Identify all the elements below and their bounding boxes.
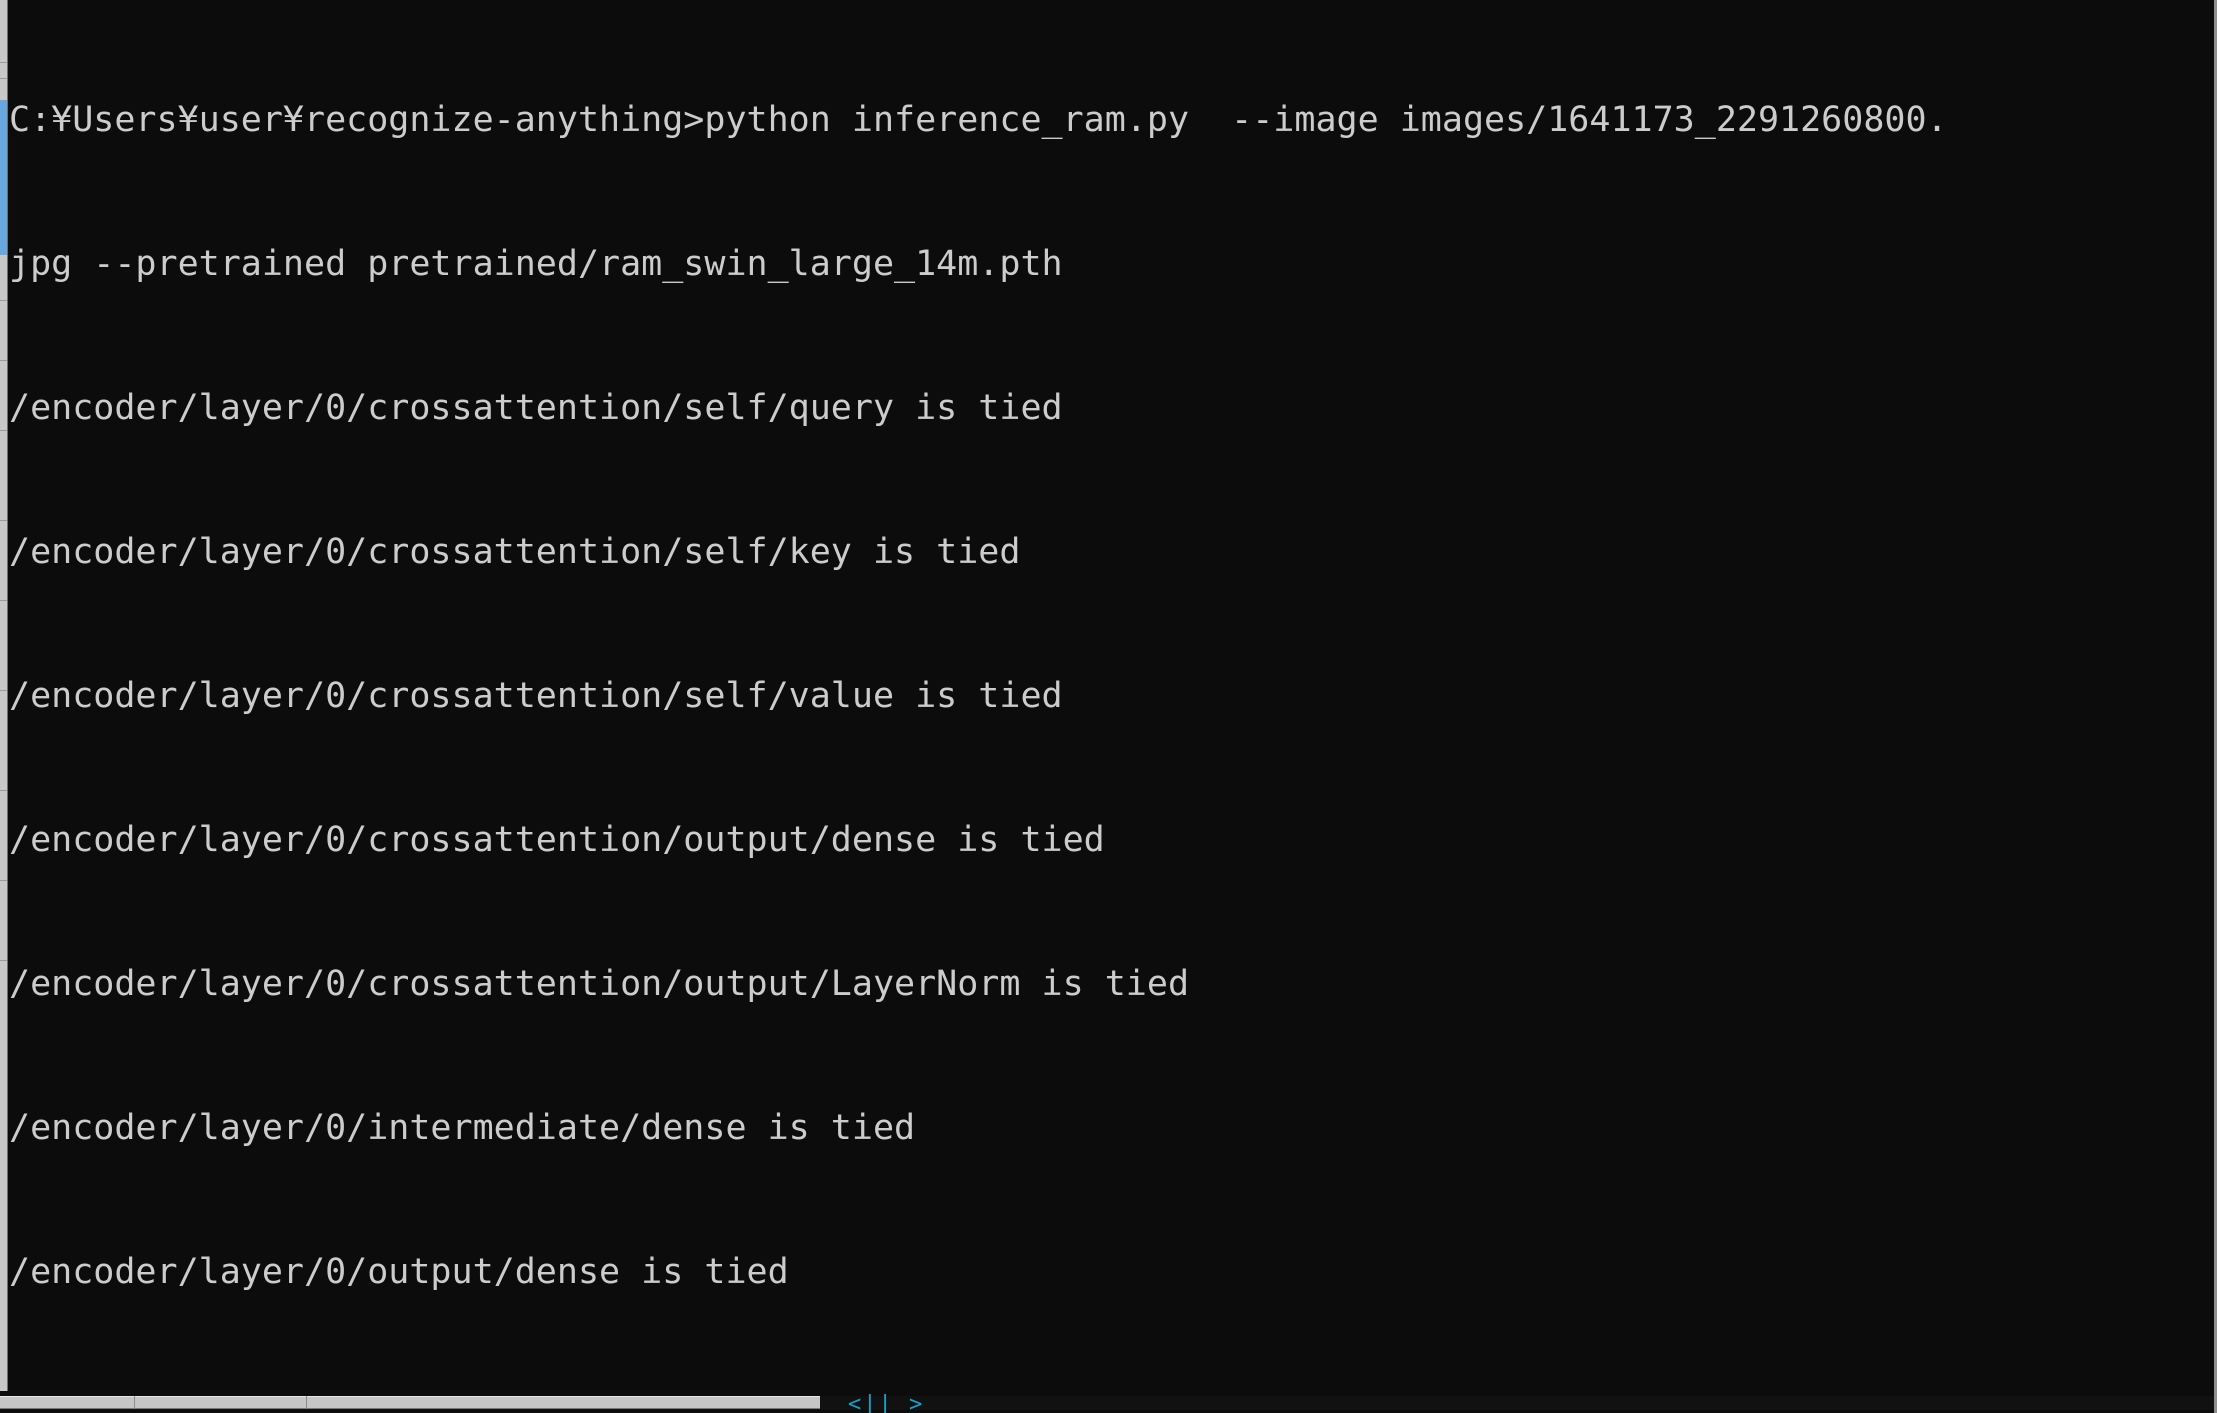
console-line-tied-0-query: /encoder/layer/0/crossattention/self/que… (9, 388, 1063, 428)
scrollbar-track-tick (0, 690, 7, 691)
scrollbar-track-tick (0, 62, 7, 63)
scrollbar-track-tick (0, 78, 7, 79)
scrollbar-track-tick (0, 880, 7, 881)
scrollbar-track-tick (0, 520, 7, 521)
console-line-command-1: C:¥Users¥user¥recognize-anything>python … (9, 100, 1948, 140)
console-output[interactable]: C:¥Users¥user¥recognize-anything>python … (9, 0, 2214, 1391)
vertical-scrollbar-thumb[interactable] (0, 100, 7, 255)
background-overlay-text: <|| > (848, 1392, 925, 1413)
scrollbar-track-tick (0, 790, 7, 791)
scrollbar-track-tick (0, 960, 7, 961)
console-line-tied-0-key: /encoder/layer/0/crossattention/self/key… (9, 532, 1021, 572)
vertical-scrollbar[interactable] (0, 0, 8, 1391)
scrollbar-track-tick (0, 360, 7, 361)
console-line-command-2: jpg --pretrained pretrained/ram_swin_lar… (9, 244, 1063, 284)
scrollbar-track-tick (0, 600, 7, 601)
scrollbar-thumb-divider (306, 1396, 307, 1409)
console-line-tied-0-outnorm: /encoder/layer/0/crossattention/output/L… (9, 964, 1190, 1004)
console-line-tied-0-value: /encoder/layer/0/crossattention/self/val… (9, 676, 1063, 716)
horizontal-scrollbar[interactable]: <|| > (0, 1391, 2217, 1413)
console-line-tied-0-dense: /encoder/layer/0/output/dense is tied (9, 1252, 789, 1292)
console-line-tied-0-outdense: /encoder/layer/0/crossattention/output/d… (9, 820, 1105, 860)
scrollbar-track-tick (0, 430, 7, 431)
scrollbar-track-tick (0, 300, 7, 301)
terminal-window: C:¥Users¥user¥recognize-anything>python … (0, 0, 2217, 1413)
horizontal-scrollbar-thumb[interactable] (0, 1396, 820, 1409)
scrollbar-thumb-divider (134, 1396, 135, 1409)
console-line-tied-0-inter: /encoder/layer/0/intermediate/dense is t… (9, 1108, 916, 1148)
